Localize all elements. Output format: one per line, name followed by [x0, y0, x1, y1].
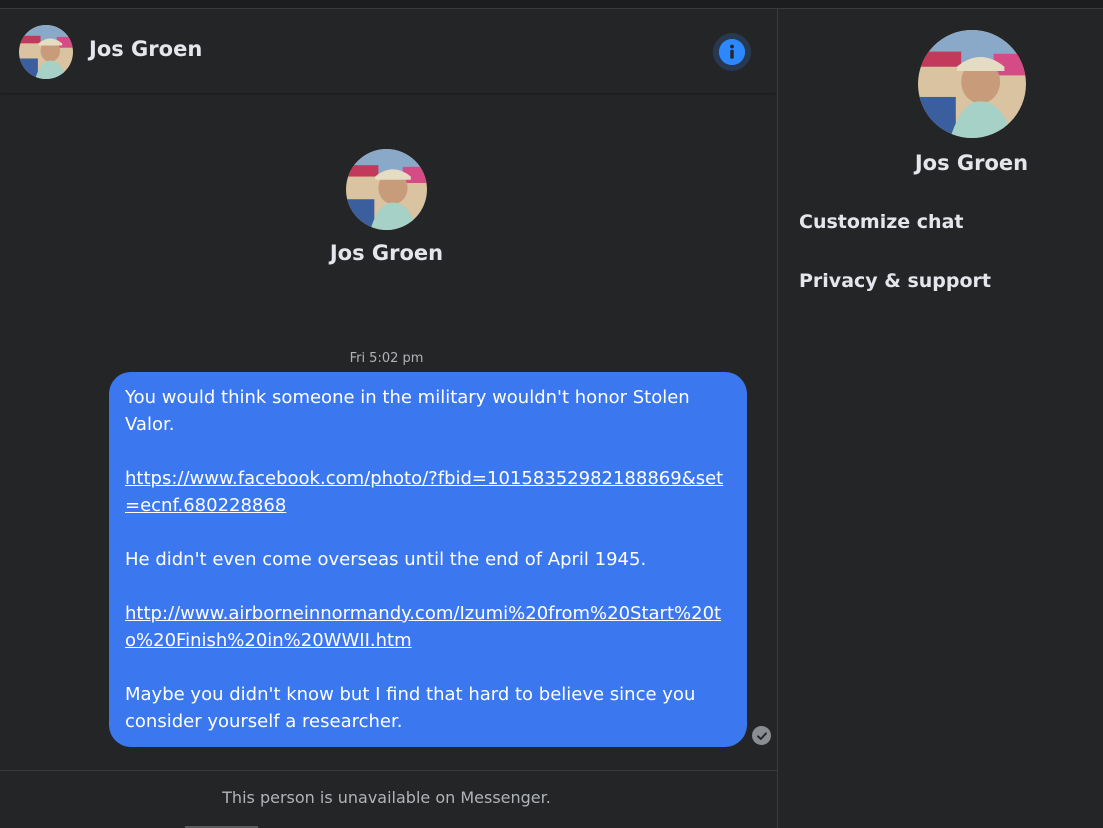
header-contact-name[interactable]: Jos Groen: [89, 37, 202, 61]
privacy-support-item[interactable]: Privacy & support: [799, 270, 991, 292]
info-icon: [719, 39, 745, 65]
message-text: Maybe you didn't know but I find that ha…: [125, 684, 696, 732]
avatar-photo-icon: [346, 149, 427, 230]
header-avatar[interactable]: [19, 25, 73, 79]
side-contact-name: Jos Groen: [914, 151, 1029, 175]
messenger-window: Jos Groen Jos Groen Fri 5:02 pm You woul…: [0, 0, 1103, 828]
avatar-photo-icon: [918, 30, 1026, 138]
window-top-bar: [0, 0, 1103, 9]
composer-footer: This person is unavailable on Messenger.: [0, 770, 777, 828]
message-text: He didn't even come overseas until the e…: [125, 549, 647, 570]
chat-header: Jos Groen: [0, 9, 777, 93]
message-link[interactable]: http://www.airborneinnormandy.com/Izumi%…: [125, 603, 721, 651]
message-text: You would think someone in the military …: [125, 387, 690, 435]
side-avatar[interactable]: [918, 30, 1026, 138]
seen-check-icon: [752, 726, 771, 745]
customize-chat-item[interactable]: Customize chat: [799, 211, 963, 233]
profile-name: Jos Groen: [329, 241, 444, 265]
conversation-info-button[interactable]: [713, 33, 751, 71]
unavailable-notice: This person is unavailable on Messenger.: [222, 788, 551, 807]
profile-avatar[interactable]: [346, 149, 427, 230]
message-link[interactable]: https://www.facebook.com/photo/?fbid=101…: [125, 468, 723, 516]
avatar-photo-icon: [19, 25, 73, 79]
message-timestamp: Fri 5:02 pm: [349, 351, 424, 366]
conversation-details-panel: Jos Groen Customize chat Privacy & suppo…: [778, 9, 1103, 828]
chat-pane: Jos Groen Jos Groen Fri 5:02 pm You woul…: [0, 9, 777, 828]
message-bubble[interactable]: You would think someone in the military …: [109, 372, 747, 747]
